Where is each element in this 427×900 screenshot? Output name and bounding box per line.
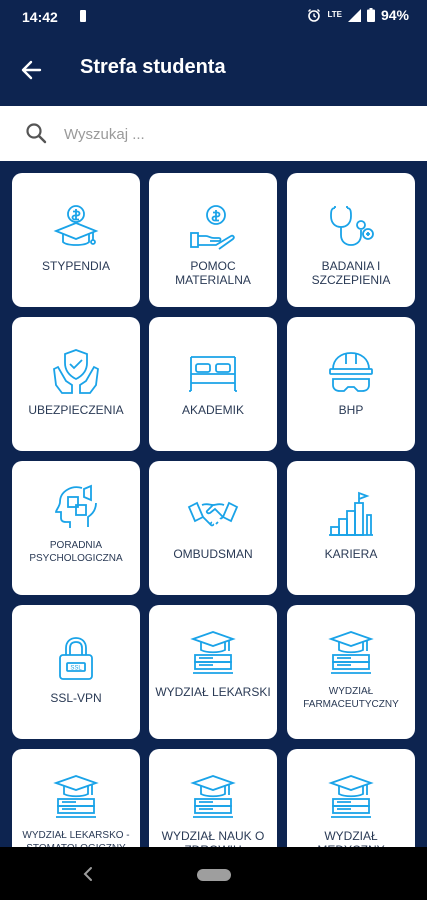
tile-label: WYDZIAŁ MEDYCZNY [317,829,384,847]
arrow-left-icon [21,60,42,80]
graduation-cap-icon [53,775,99,818]
nav-home-pill[interactable] [197,869,231,881]
svg-text:SSL: SSL [70,666,82,672]
bed-icon [189,356,237,392]
search-icon [26,123,47,144]
career-stairs-icon [329,491,373,536]
shield-hands-icon [53,349,99,394]
tile-label: AKADEMIK [181,403,244,417]
system-navigation-bar [0,847,427,900]
tile-ubezpieczenia[interactable]: UBEZPIECZENIA [12,317,140,451]
tile-label: WYDZIAŁ NAUK O ZDROWIU [161,829,265,847]
tile-wydzial-farmaceutyczny[interactable]: WYDZIAŁ FARMACEUTYCZNY [287,605,415,739]
graduation-cap-icon [328,775,374,818]
sim-icon [80,10,86,22]
back-button[interactable] [18,56,46,84]
hardhat-goggles-icon [329,352,373,392]
tile-wydzial-lekarski[interactable]: WYDZIAŁ LEKARSKI [149,605,277,739]
tile-label: WYDZIAŁ FARMACEUTYCZNY [303,686,399,710]
tile-kariera[interactable]: KARIERA [287,461,415,595]
tile-wydzial-lekarsko-stomatologiczny[interactable]: WYDZIAŁ LEKARSKO - STOMATOLOGICZNY [12,749,140,847]
tile-label: KARIERA [324,547,378,561]
signal-icon [347,8,361,22]
hand-coin-icon [190,205,235,250]
menu-grid: STYPENDIA POMOC MATERIALNA BADANIA I SZC… [0,161,427,847]
tile-label: SSL-VPN [50,691,102,705]
tile-bhp[interactable]: BHP [287,317,415,451]
tile-label: PORADNIA PSYCHOLOGICZNA [29,540,123,564]
network-type: LTE [327,10,342,19]
tile-stypendia[interactable]: STYPENDIA [12,173,140,307]
tile-badania-i-szczepienia[interactable]: BADANIA I SZCZEPIENIA [287,173,415,307]
alarm-icon [308,9,321,22]
tile-ombudsman[interactable]: OMBUDSMAN [149,461,277,595]
padlock-icon: SSL [59,637,93,680]
search-bar [0,106,427,161]
tile-label: OMBUDSMAN [173,547,253,561]
tile-pomoc-materialna[interactable]: POMOC MATERIALNA [149,173,277,307]
tile-label: WYDZIAŁ LEKARSKI [155,685,271,699]
status-bar: 14:42 LTE 94% [0,0,427,34]
stethoscope-icon [330,206,374,246]
battery-percent: 94% [380,7,409,23]
tile-label: POMOC MATERIALNA [175,259,251,287]
battery-icon [366,8,375,22]
status-time: 14:42 [22,9,58,25]
graduation-cap-icon [190,631,236,674]
graduation-cap-icon [328,631,374,674]
app-bar: Strefa studenta [0,34,427,106]
status-icons: LTE 94% [307,7,409,23]
graduation-cap-icon [190,775,236,818]
tile-label: BHP [338,403,364,417]
tile-poradnia-psychologiczna[interactable]: PORADNIA PSYCHOLOGICZNA [12,461,140,595]
tile-wydzial-medyczny[interactable]: WYDZIAŁ MEDYCZNY [287,749,415,847]
tile-label: STYPENDIA [41,259,110,273]
nav-back-icon[interactable] [82,866,94,882]
tile-label: UBEZPIECZENIA [28,403,124,417]
tile-label: WYDZIAŁ LEKARSKO - STOMATOLOGICZNY [22,830,130,847]
tile-ssl-vpn[interactable]: SSL SSL-VPN [12,605,140,739]
page-title: Strefa studenta [80,56,226,78]
tile-akademik[interactable]: AKADEMIK [149,317,277,451]
tile-wydzial-nauk-o-zdrowiu[interactable]: WYDZIAŁ NAUK O ZDROWIU [149,749,277,847]
head-puzzle-icon [55,484,97,528]
scholarship-coin-icon [53,205,99,246]
handshake-icon [187,501,239,527]
search-input[interactable] [62,120,396,148]
tile-label: BADANIA I SZCZEPIENIA [311,259,391,287]
